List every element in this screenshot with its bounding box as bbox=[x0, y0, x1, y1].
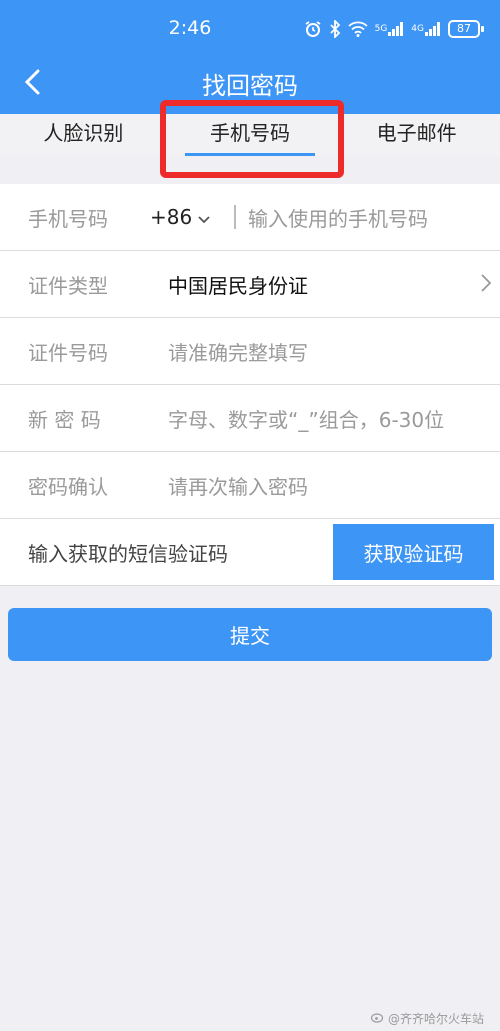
id-number-input[interactable]: 请准确完整填写 bbox=[168, 337, 308, 366]
id-type-label: 证件类型 bbox=[28, 273, 108, 298]
alarm-icon bbox=[304, 20, 322, 38]
tab-phone-number[interactable]: 手机号码 bbox=[167, 114, 334, 156]
id-type-value: 中国居民身份证 bbox=[168, 273, 308, 298]
page-title: 找回密码 bbox=[202, 72, 298, 100]
new-password-label: 新 密 码 bbox=[28, 407, 101, 432]
get-code-button[interactable]: 获取验证码 bbox=[333, 524, 494, 580]
watermark: @齐齐哈尔火车站 bbox=[370, 1010, 484, 1027]
weibo-icon bbox=[370, 1011, 385, 1026]
signal-4g-icon: 4G bbox=[411, 22, 441, 36]
bluetooth-icon bbox=[329, 20, 341, 38]
tab-email[interactable]: 电子邮件 bbox=[333, 114, 500, 156]
battery-indicator: 87 bbox=[448, 20, 484, 38]
status-bar: 2:46 5G 4G 87 bbox=[0, 0, 500, 58]
recovery-form: 手机号码 +86 输入使用的手机号码 证件类型 中国居民身份证 证件号码 请准确… bbox=[0, 184, 500, 586]
tab-face-recognition[interactable]: 人脸识别 bbox=[0, 114, 167, 156]
new-password-input[interactable]: 字母、数字或“_”组合，6-30位 bbox=[168, 404, 444, 433]
signal-5g-icon: 5G bbox=[375, 22, 405, 36]
new-password-row: 新 密 码 字母、数字或“_”组合，6-30位 bbox=[0, 385, 500, 452]
id-number-label: 证件号码 bbox=[28, 340, 108, 365]
submit-button[interactable]: 提交 bbox=[8, 608, 492, 661]
sms-code-row: 输入获取的短信验证码 获取验证码 bbox=[0, 519, 500, 586]
id-type-row[interactable]: 证件类型 中国居民身份证 bbox=[0, 251, 500, 318]
confirm-password-input[interactable]: 请再次输入密码 bbox=[168, 471, 308, 500]
chevron-down-icon bbox=[198, 205, 210, 229]
confirm-password-label: 密码确认 bbox=[28, 474, 108, 499]
phone-row: 手机号码 +86 输入使用的手机号码 bbox=[0, 184, 500, 251]
chevron-right-icon bbox=[480, 273, 492, 297]
app-header: 2:46 5G 4G 87 找回密码 bbox=[0, 0, 500, 114]
country-code-select[interactable]: +86 bbox=[150, 205, 210, 229]
watermark-text: @齐齐哈尔火车站 bbox=[387, 1012, 484, 1026]
status-icons: 5G 4G 87 bbox=[304, 18, 484, 40]
confirm-password-row: 密码确认 请再次输入密码 bbox=[0, 452, 500, 519]
divider bbox=[234, 205, 236, 229]
phone-input[interactable]: 输入使用的手机号码 bbox=[248, 203, 428, 232]
country-code-value: +86 bbox=[150, 205, 193, 229]
tab-bar: 人脸识别 手机号码 电子邮件 bbox=[0, 114, 500, 156]
wifi-icon bbox=[347, 21, 368, 37]
id-number-row: 证件号码 请准确完整填写 bbox=[0, 318, 500, 385]
phone-label: 手机号码 bbox=[28, 206, 108, 231]
sms-code-input[interactable]: 输入获取的短信验证码 bbox=[28, 538, 228, 567]
